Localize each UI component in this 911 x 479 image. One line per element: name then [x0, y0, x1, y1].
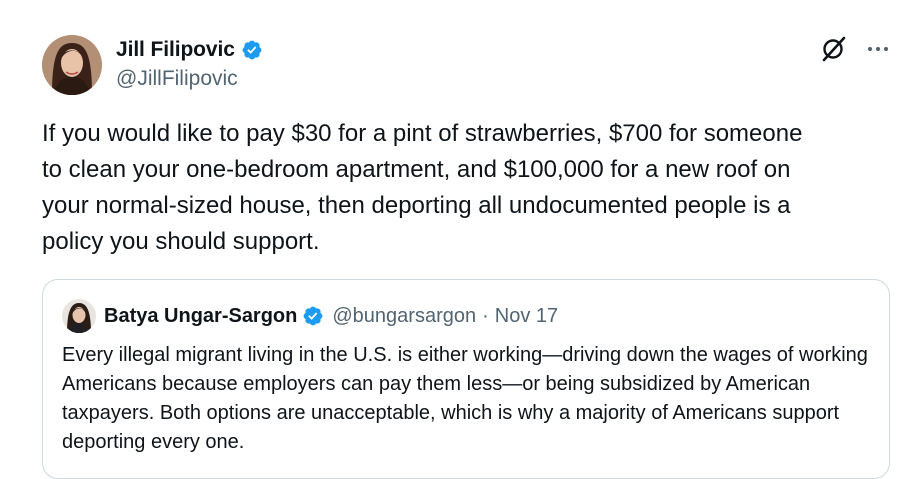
- quoted-tweet-header: Batya Ungar-Sargon @bungarsargon · Nov 1…: [62, 298, 558, 334]
- quoted-author-avatar[interactable]: [62, 299, 96, 333]
- more-options-icon[interactable]: [865, 36, 891, 62]
- verified-badge-icon[interactable]: [241, 39, 263, 61]
- tweet-top-actions: [819, 34, 891, 64]
- grok-icon[interactable]: [819, 34, 849, 64]
- author-avatar[interactable]: [42, 35, 102, 95]
- author-display-name[interactable]: Jill Filipovic: [116, 38, 235, 62]
- quoted-header-separator: ·: [482, 304, 489, 327]
- quoted-author-display-name[interactable]: Batya Ungar-Sargon: [104, 305, 297, 328]
- quoted-profile-photo-icon: [62, 299, 96, 333]
- tweet: Jill Filipovic @JillFilipovic If you wou…: [0, 0, 911, 479]
- author-handle[interactable]: @JillFilipovic: [116, 67, 238, 91]
- quoted-tweet-date[interactable]: Nov 17: [495, 305, 558, 328]
- quoted-verified-badge-icon[interactable]: [302, 305, 324, 327]
- tweet-text: If you would like to pay $30 for a pint …: [42, 120, 803, 255]
- quoted-tweet-card[interactable]: Batya Ungar-Sargon @bungarsargon · Nov 1…: [42, 279, 890, 479]
- profile-photo-icon: [42, 35, 102, 95]
- quoted-author-handle[interactable]: @bungarsargon: [332, 305, 476, 328]
- author-name-row: Jill Filipovic: [116, 36, 263, 64]
- quoted-tweet-text: Every illegal migrant living in the U.S.…: [62, 344, 868, 453]
